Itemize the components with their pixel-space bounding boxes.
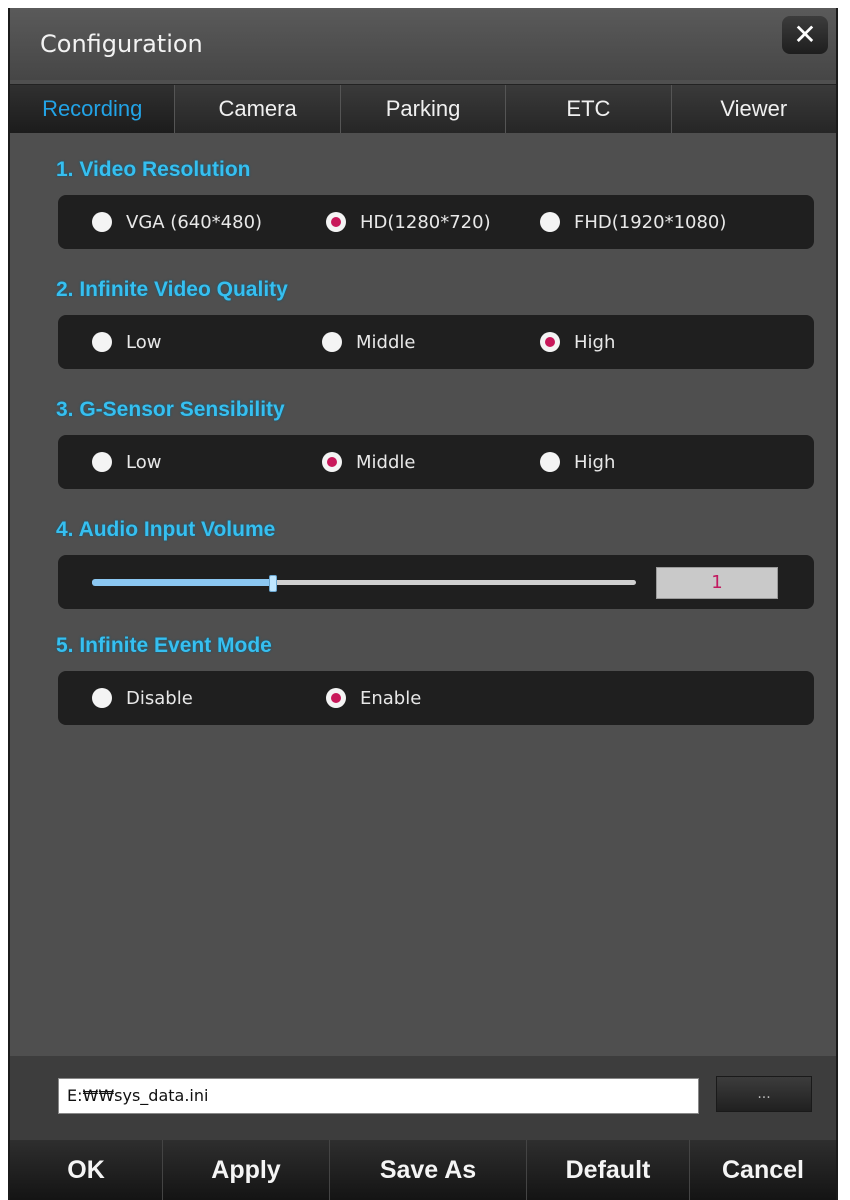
- radio-icon: [92, 688, 112, 708]
- radio-gsensor-high[interactable]: High: [540, 435, 615, 489]
- title-bar[interactable]: Configuration ✕: [10, 8, 836, 80]
- radio-label: Middle: [356, 451, 416, 473]
- radio-label: Disable: [126, 687, 193, 709]
- video-resolution-title: 1. Video Resolution: [56, 158, 251, 181]
- volume-value-field[interactable]: 1: [656, 567, 778, 599]
- radio-quality-low[interactable]: Low: [92, 315, 161, 369]
- tab-viewer[interactable]: Viewer: [671, 85, 837, 133]
- radio-icon: [540, 452, 560, 472]
- radio-quality-middle[interactable]: Middle: [322, 315, 415, 369]
- tab-etc[interactable]: ETC: [506, 85, 672, 133]
- action-button-bar: OK Apply Save As Default Cancel: [10, 1140, 836, 1200]
- tab-camera[interactable]: Camera: [175, 85, 341, 133]
- radio-gsensor-middle[interactable]: Middle: [322, 435, 415, 489]
- radio-icon: [92, 212, 112, 232]
- radio-label: Low: [126, 451, 162, 473]
- radio-label: VGA (640*480): [126, 211, 263, 233]
- radio-selected-icon: [326, 212, 346, 232]
- radio-label: Enable: [360, 687, 422, 709]
- video-quality-title: 2. Infinite Video Quality: [56, 278, 288, 301]
- radio-event-enable[interactable]: Enable: [326, 671, 421, 725]
- event-mode-panel: Disable Enable: [58, 671, 814, 725]
- event-mode-title: 5. Infinite Event Mode: [56, 634, 272, 657]
- radio-quality-high[interactable]: High: [540, 315, 615, 369]
- radio-fhd[interactable]: FHD(1920*1080): [540, 195, 726, 249]
- save-as-button[interactable]: Save As: [330, 1140, 527, 1200]
- audio-volume-title: 4. Audio Input Volume: [56, 518, 276, 541]
- radio-icon: [92, 452, 112, 472]
- radio-icon: [92, 332, 112, 352]
- radio-label: Low: [126, 331, 162, 353]
- radio-selected-icon: [326, 688, 346, 708]
- audio-volume-panel: 1: [58, 555, 814, 609]
- radio-icon: [322, 332, 342, 352]
- radio-vga[interactable]: VGA (640*480): [92, 195, 262, 249]
- browse-button[interactable]: ...: [716, 1076, 812, 1112]
- apply-button[interactable]: Apply: [163, 1140, 330, 1200]
- configuration-window: Configuration ✕ Recording Camera Parking…: [8, 8, 838, 1200]
- radio-hd[interactable]: HD(1280*720): [326, 195, 491, 249]
- video-resolution-panel: VGA (640*480) HD(1280*720) FHD(1920*1080…: [58, 195, 814, 249]
- video-quality-panel: Low Middle High: [58, 315, 814, 369]
- gsensor-panel: Low Middle High: [58, 435, 814, 489]
- radio-selected-icon: [540, 332, 560, 352]
- close-button[interactable]: ✕: [782, 16, 828, 54]
- volume-slider[interactable]: [92, 575, 636, 592]
- cancel-button[interactable]: Cancel: [690, 1140, 836, 1200]
- tab-bar: Recording Camera Parking ETC Viewer: [10, 84, 837, 133]
- radio-label: HD(1280*720): [360, 211, 491, 233]
- radio-selected-icon: [322, 452, 342, 472]
- ok-button[interactable]: OK: [10, 1140, 163, 1200]
- radio-event-disable[interactable]: Disable: [92, 671, 193, 725]
- volume-slider-handle[interactable]: [269, 575, 277, 592]
- tab-parking[interactable]: Parking: [340, 85, 507, 133]
- config-file-path-input[interactable]: E:₩₩sys_data.ini: [58, 1078, 699, 1114]
- radio-label: Middle: [356, 331, 416, 353]
- volume-slider-fill: [92, 579, 272, 586]
- radio-gsensor-low[interactable]: Low: [92, 435, 161, 489]
- radio-label: FHD(1920*1080): [574, 211, 727, 233]
- radio-icon: [540, 212, 560, 232]
- window-title: Configuration: [40, 30, 203, 58]
- radio-label: High: [574, 451, 616, 473]
- close-icon: ✕: [793, 18, 817, 51]
- radio-label: High: [574, 331, 616, 353]
- default-button[interactable]: Default: [527, 1140, 690, 1200]
- gsensor-title: 3. G-Sensor Sensibility: [56, 398, 285, 421]
- tab-recording[interactable]: Recording: [10, 85, 176, 133]
